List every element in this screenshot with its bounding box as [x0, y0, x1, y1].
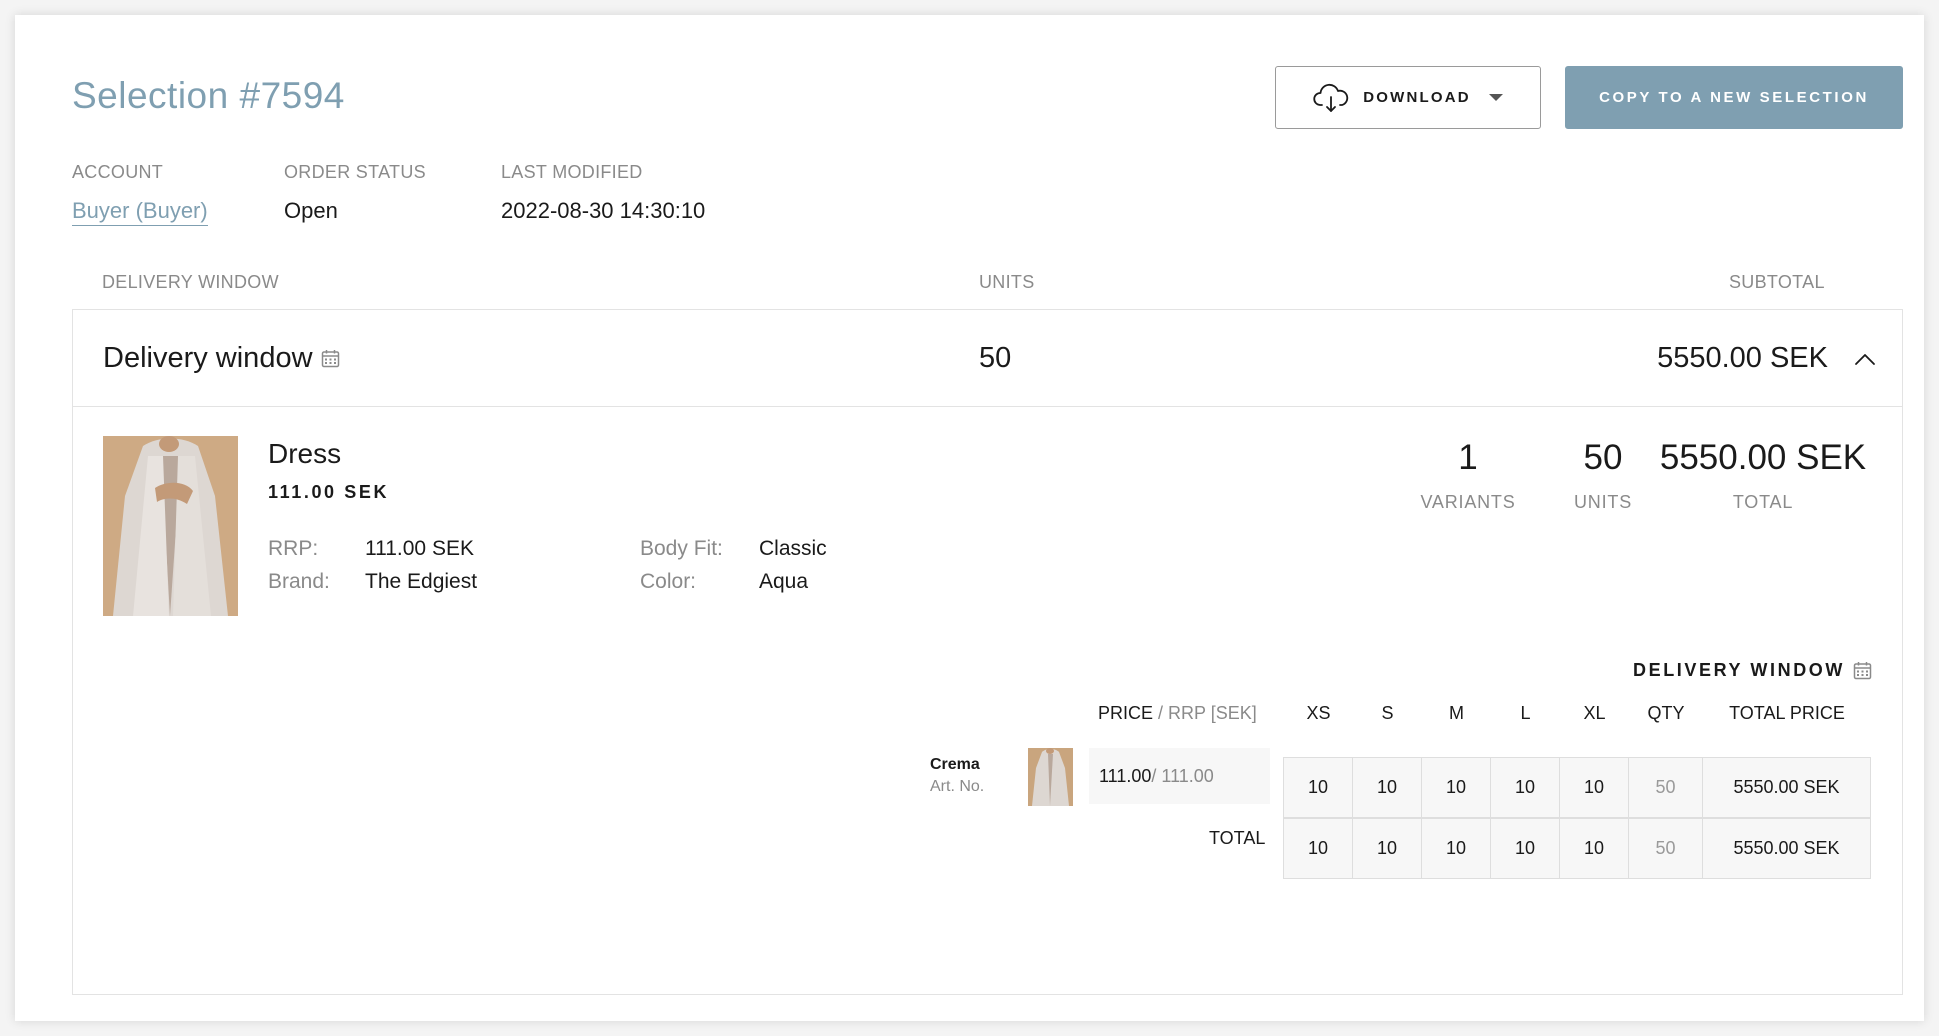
delivery-window-title: Delivery window: [103, 342, 340, 375]
variant-art-no: Art. No.: [930, 778, 985, 795]
rrp-value: 111.00 SEK: [365, 537, 474, 560]
qty-header: QTY: [1647, 703, 1685, 723]
account-label: ACCOUNT: [72, 162, 164, 182]
last-modified-label: LAST MODIFIED: [501, 162, 643, 182]
product-name[interactable]: Dress: [268, 438, 341, 470]
size-header-s: S: [1381, 703, 1394, 723]
column-delivery-window: DELIVERY WINDOW: [102, 272, 279, 292]
delivery-window-panel: Delivery window 50 5550.00 SEK Dress 111…: [72, 309, 1903, 995]
product-image[interactable]: [103, 436, 238, 616]
calendar-icon: [321, 350, 339, 368]
price-rrp-header: PRICE / RRP [SEK]: [1098, 703, 1257, 724]
size-header-l: L: [1520, 703, 1531, 723]
total-price-cell: 5550.00 SEK: [1702, 818, 1871, 879]
download-button[interactable]: DOWNLOAD: [1275, 66, 1541, 129]
brand-value: The Edgiest: [365, 570, 478, 593]
cloud-download-icon: [1313, 83, 1349, 112]
qty-cell-l[interactable]: 10: [1490, 757, 1560, 818]
delivery-window-subtotal: 5550.00 SEK: [1657, 342, 1828, 374]
total-cell-l: 10: [1490, 818, 1560, 879]
price-header: PRICE: [1098, 703, 1154, 723]
calendar-icon: [1853, 662, 1872, 680]
matrix-delivery-window-label: DELIVERY WINDOW: [1632, 660, 1845, 680]
color-value: Aqua: [759, 570, 809, 593]
variant-total-price-cell: 5550.00 SEK: [1702, 757, 1871, 818]
total-cell-xs: 10: [1283, 818, 1353, 879]
variant-rrp: / 111.00: [1151, 765, 1214, 786]
product-price: 111.00 SEK: [268, 482, 390, 502]
size-header-m: M: [1449, 703, 1464, 723]
account-value[interactable]: Buyer (Buyer): [72, 198, 208, 226]
order-status-label: ORDER STATUS: [284, 162, 426, 182]
color-label: Color:: [640, 570, 697, 593]
rrp-header: / RRP [SEK]: [1153, 703, 1257, 723]
delivery-window-row[interactable]: Delivery window 50 5550.00 SEK: [73, 310, 1902, 407]
column-units: UNITS: [979, 272, 1035, 292]
qty-cell-xs[interactable]: 10: [1283, 757, 1353, 818]
product-total-label: TOTAL: [1732, 492, 1794, 512]
brand-label: Brand:: [268, 570, 330, 593]
totals-label: TOTAL: [1209, 828, 1266, 848]
size-header-xl: XL: [1583, 703, 1606, 723]
matrix-delivery-window-header: DELIVERY WINDOW: [1633, 660, 1872, 681]
variants-count: 1: [1458, 438, 1478, 477]
variant-price: 111.00: [1099, 765, 1152, 786]
variant-qty-cell: 50: [1628, 757, 1703, 818]
order-status-value: Open: [284, 198, 338, 223]
caret-down-icon: [1488, 94, 1503, 101]
variant-price-box: 111.00 / 111.00: [1089, 748, 1270, 804]
units-count: 50: [1583, 438, 1623, 477]
copy-to-new-selection-button[interactable]: COPY TO A NEW SELECTION: [1565, 66, 1903, 129]
qty-cell-xl[interactable]: 10: [1559, 757, 1629, 818]
total-cell-xl: 10: [1559, 818, 1629, 879]
body-fit-label: Body Fit:: [640, 537, 723, 560]
variant-thumbnail[interactable]: [1028, 748, 1073, 806]
chevron-up-icon[interactable]: [1854, 352, 1876, 366]
rrp-label: RRP:: [268, 537, 319, 560]
delivery-window-units: 50: [979, 342, 1012, 374]
total-cell-s: 10: [1352, 818, 1422, 879]
page-title: Selection #7594: [72, 75, 345, 116]
qty-cell-m[interactable]: 10: [1421, 757, 1491, 818]
variant-name: Crema: [930, 756, 980, 773]
variants-label: VARIANTS: [1420, 492, 1516, 512]
total-price-header: TOTAL PRICE: [1729, 703, 1845, 723]
last-modified-value: 2022-08-30 14:30:10: [501, 198, 706, 223]
total-qty-cell: 50: [1628, 818, 1703, 879]
selection-card: Selection #7594 DOWNLOAD COPY TO A NEW S…: [15, 15, 1924, 1021]
size-header-xs: XS: [1306, 703, 1331, 723]
qty-cell-s[interactable]: 10: [1352, 757, 1422, 818]
product-total-value: 5550.00 SEK: [1659, 438, 1867, 477]
delivery-window-title-text: Delivery window: [103, 342, 313, 374]
total-cell-m: 10: [1421, 818, 1491, 879]
body-fit-value: Classic: [759, 537, 827, 560]
column-subtotal: SUBTOTAL: [1729, 272, 1825, 292]
account-link[interactable]: Buyer (Buyer): [72, 198, 208, 226]
units-label: UNITS: [1574, 492, 1632, 512]
download-label: DOWNLOAD: [1363, 89, 1471, 106]
